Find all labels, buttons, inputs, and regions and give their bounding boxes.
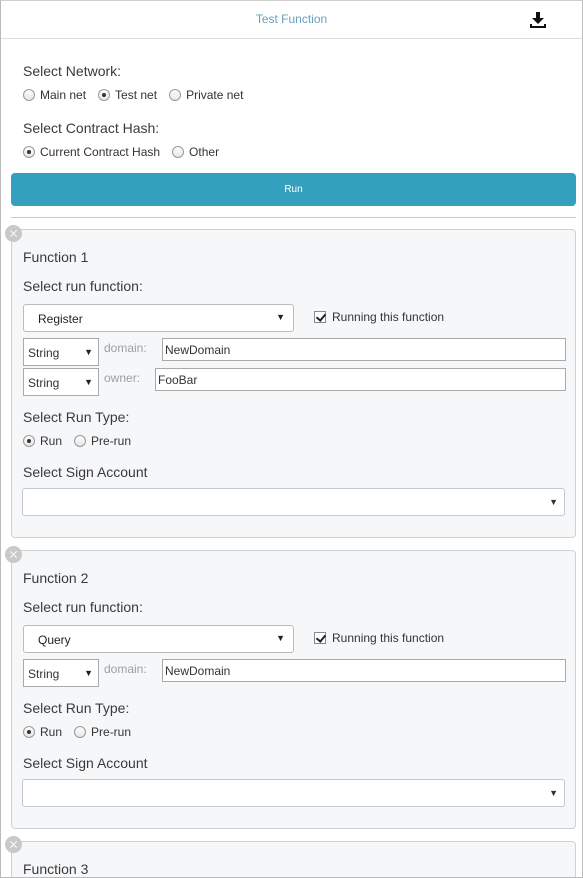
contract-option-label: Current Contract Hash [40, 145, 161, 159]
contract-hash-label: Select Contract Hash: [23, 120, 160, 136]
radio-button-checked[interactable] [23, 726, 35, 738]
run-type-option-label: Pre-run [91, 434, 132, 448]
selected-function: Query [38, 633, 71, 647]
network-radio-group: Main net Test net Private net [23, 88, 255, 102]
contract-option-label: Other [189, 145, 220, 159]
param-value-input[interactable]: NewDomain [162, 659, 566, 682]
run-function-select[interactable]: Query ▼ [23, 625, 294, 653]
running-this-function-checkbox[interactable]: Running this function [314, 631, 444, 645]
sign-account-select[interactable]: ▼ [22, 488, 565, 516]
header: Test Function [1, 1, 582, 39]
checkbox-checked[interactable] [314, 311, 326, 323]
run-type-label: Select Run Type: [23, 700, 130, 716]
run-type-option-label: Run [40, 725, 63, 739]
network-option-main-net[interactable]: Main net [23, 88, 86, 102]
selected-function: Register [38, 312, 83, 326]
network-option-label: Private net [186, 88, 244, 102]
param-value-input[interactable]: FooBar [155, 368, 566, 391]
contract-option-current[interactable]: Current Contract Hash [23, 145, 160, 159]
param-name-label: owner: [104, 371, 141, 385]
function-title: Function 2 [23, 570, 89, 586]
page-title: Test Function [255, 12, 328, 26]
contract-option-other[interactable]: Other [172, 145, 219, 159]
network-option-label: Test net [115, 88, 158, 102]
radio-button[interactable] [74, 435, 87, 447]
sign-account-label: Select Sign Account [23, 755, 148, 771]
checkbox-label: Running this function [332, 631, 445, 645]
run-function-label: Select run function: [23, 599, 143, 615]
chevron-down-icon: ▼ [84, 377, 93, 387]
radio-button[interactable] [169, 89, 182, 101]
close-icon[interactable] [5, 546, 22, 563]
chevron-down-icon: ▼ [84, 347, 93, 357]
run-type-option-label: Run [40, 434, 63, 448]
run-type-radio-group: Run Pre-run [23, 434, 143, 448]
chevron-down-icon: ▼ [276, 312, 285, 322]
run-button[interactable]: Run [11, 173, 576, 206]
contract-radio-group: Current Contract Hash Other [23, 145, 231, 159]
function-title: Function 3 [23, 861, 89, 877]
download-icon[interactable] [528, 10, 548, 30]
sign-account-select[interactable]: ▼ [22, 779, 565, 807]
param-name-label: domain: [104, 662, 147, 676]
param-type-select[interactable]: String ▼ [23, 659, 99, 687]
run-type-label: Select Run Type: [23, 409, 130, 425]
run-function-label: Select run function: [23, 278, 143, 294]
radio-button[interactable] [172, 146, 185, 158]
function-panel-2: Function 2 Select run function: Query ▼ … [11, 550, 576, 829]
function-panel-1: Function 1 Select run function: Register… [11, 229, 576, 538]
param-type-value: String [28, 346, 60, 360]
run-type-option-pre-run[interactable]: Pre-run [74, 725, 131, 739]
chevron-down-icon: ▼ [549, 497, 558, 507]
param-type-select[interactable]: String ▼ [23, 338, 99, 366]
close-icon[interactable] [5, 225, 22, 242]
param-type-select[interactable]: String ▼ [23, 368, 99, 396]
param-type-value: String [28, 667, 60, 681]
chevron-down-icon: ▼ [84, 668, 93, 678]
running-this-function-checkbox[interactable]: Running this function [314, 310, 444, 324]
run-type-radio-group: Run Pre-run [23, 725, 143, 739]
divider [11, 217, 576, 218]
sign-account-label: Select Sign Account [23, 464, 148, 480]
network-option-label: Main net [40, 88, 87, 102]
run-type-option-label: Pre-run [91, 725, 132, 739]
param-value-input[interactable]: NewDomain [162, 338, 566, 361]
param-type-value: String [28, 376, 60, 390]
radio-button-checked[interactable] [23, 146, 35, 158]
radio-button[interactable] [74, 726, 87, 738]
function-panel-3: Function 3 [11, 841, 576, 877]
network-option-private-net[interactable]: Private net [169, 88, 243, 102]
param-name-label: domain: [104, 341, 147, 355]
run-function-select[interactable]: Register ▼ [23, 304, 294, 332]
run-type-option-run[interactable]: Run [23, 434, 62, 448]
function-title: Function 1 [23, 249, 89, 265]
checkbox-checked[interactable] [314, 632, 326, 644]
run-type-option-pre-run[interactable]: Pre-run [74, 434, 131, 448]
radio-button-checked[interactable] [23, 435, 35, 447]
network-option-test-net[interactable]: Test net [98, 88, 157, 102]
checkbox-label: Running this function [332, 310, 445, 324]
radio-button[interactable] [23, 89, 35, 101]
network-label: Select Network: [23, 63, 122, 79]
test-function-window: Test Function Select Network: Main net T… [0, 0, 583, 878]
chevron-down-icon: ▼ [549, 788, 558, 798]
run-type-option-run[interactable]: Run [23, 725, 62, 739]
radio-button-checked[interactable] [98, 89, 111, 101]
close-icon[interactable] [5, 836, 22, 853]
chevron-down-icon: ▼ [276, 633, 285, 643]
